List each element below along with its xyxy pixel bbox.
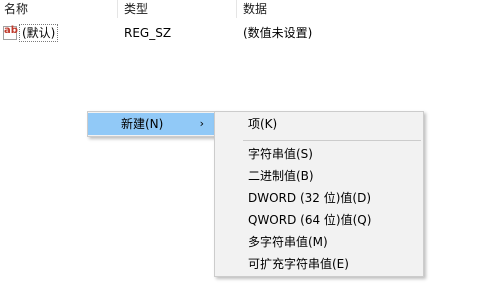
submenu-item-dword-value[interactable]: DWORD (32 位)值(D) xyxy=(215,187,423,209)
menu-separator xyxy=(243,140,421,141)
column-divider[interactable] xyxy=(236,0,237,18)
submenu-item-binary-value-label: 二进制值(B) xyxy=(248,169,314,183)
value-type: REG_SZ xyxy=(124,26,172,40)
new-submenu: 项(K) 字符串值(S) 二进制值(B) DWORD (32 位)值(D) QW… xyxy=(214,111,424,277)
string-value-icon-text: ab xyxy=(4,25,18,36)
submenu-item-qword-value-label: QWORD (64 位)值(Q) xyxy=(248,213,372,227)
submenu-item-string-value[interactable]: 字符串值(S) xyxy=(215,143,423,165)
submenu-item-multi-string-value[interactable]: 多字符串值(M) xyxy=(215,231,423,253)
context-menu: 新建(N) › xyxy=(87,111,217,137)
submenu-item-key[interactable]: 项(K) xyxy=(215,113,423,135)
column-header-type[interactable]: 类型 xyxy=(124,0,148,18)
submenu-item-expandable-string-value-label: 可扩充字符串值(E) xyxy=(248,257,349,271)
column-header-name[interactable]: 名称 xyxy=(4,0,28,18)
submenu-arrow-icon: › xyxy=(199,117,204,130)
value-name[interactable]: (默认) xyxy=(19,24,59,42)
submenu-item-binary-value[interactable]: 二进制值(B) xyxy=(215,165,423,187)
menu-item-new[interactable]: 新建(N) › xyxy=(88,113,216,135)
registry-value-row[interactable]: ab (默认) REG_SZ (数值未设置) xyxy=(0,23,480,43)
submenu-item-dword-value-label: DWORD (32 位)值(D) xyxy=(248,191,371,205)
string-value-icon: ab xyxy=(3,25,18,40)
submenu-item-expandable-string-value[interactable]: 可扩充字符串值(E) xyxy=(215,253,423,275)
submenu-item-multi-string-value-label: 多字符串值(M) xyxy=(248,235,328,249)
submenu-item-string-value-label: 字符串值(S) xyxy=(248,147,313,161)
column-header-data[interactable]: 数据 xyxy=(243,0,267,18)
submenu-item-key-label: 项(K) xyxy=(248,117,278,131)
value-data: (数值未设置) xyxy=(243,26,313,40)
column-divider[interactable] xyxy=(117,0,118,18)
submenu-item-qword-value[interactable]: QWORD (64 位)值(Q) xyxy=(215,209,423,231)
menu-item-new-label: 新建(N) xyxy=(121,117,164,131)
